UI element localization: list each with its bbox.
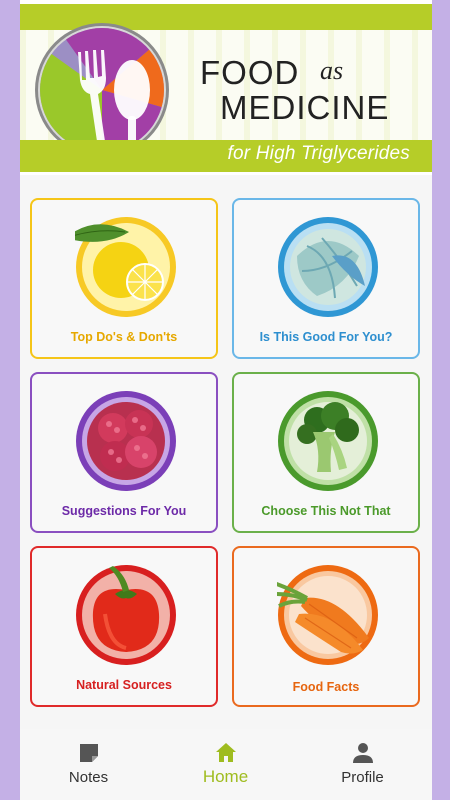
- card-label: Food Facts: [292, 680, 360, 694]
- nav-label-profile: Profile: [341, 769, 384, 786]
- broccoli-icon: [277, 390, 379, 492]
- card-is-this-good[interactable]: Is This Good For You?: [232, 198, 420, 359]
- bottom-nav: Notes Home Profile: [20, 729, 432, 800]
- header-banner: FOOD as MEDICINE for High Triglycerides: [20, 0, 432, 175]
- card-label: Choose This Not That: [261, 504, 391, 518]
- card-natural-sources[interactable]: Natural Sources: [30, 546, 218, 707]
- card-food-facts[interactable]: Food Facts: [232, 546, 420, 707]
- lemon-icon: [65, 216, 177, 318]
- nav-label-notes: Notes: [68, 769, 109, 786]
- carrot-icon: [270, 564, 379, 666]
- header-subtitle: for High Triglycerides: [227, 143, 410, 164]
- app-logo: [32, 20, 172, 160]
- title-as: as: [320, 56, 344, 85]
- card-label: Natural Sources: [76, 678, 172, 692]
- title-medicine: MEDICINE: [220, 89, 390, 126]
- nav-home[interactable]: Home: [157, 729, 294, 800]
- app-screen: FOOD as MEDICINE for High Triglycerides …: [20, 0, 432, 800]
- bell-pepper-icon: [75, 564, 177, 666]
- note-icon: [77, 741, 101, 765]
- card-label: Top Do's & Don'ts: [70, 330, 178, 344]
- nav-profile[interactable]: Profile: [294, 729, 431, 800]
- card-label: Is This Good For You?: [259, 330, 393, 344]
- nav-notes[interactable]: Notes: [20, 729, 157, 800]
- card-top-dos-donts[interactable]: Top Do's & Don'ts: [30, 198, 218, 359]
- card-suggestions[interactable]: Suggestions For You: [30, 372, 218, 533]
- person-icon: [351, 741, 375, 765]
- card-label: Suggestions For You: [61, 504, 187, 518]
- raspberry-icon: [75, 390, 177, 492]
- nav-label-home: Home: [202, 767, 249, 786]
- card-choose-this[interactable]: Choose This Not That: [232, 372, 420, 533]
- title-food: FOOD: [200, 54, 300, 91]
- cabbage-icon: [277, 216, 379, 318]
- home-icon: [214, 741, 238, 765]
